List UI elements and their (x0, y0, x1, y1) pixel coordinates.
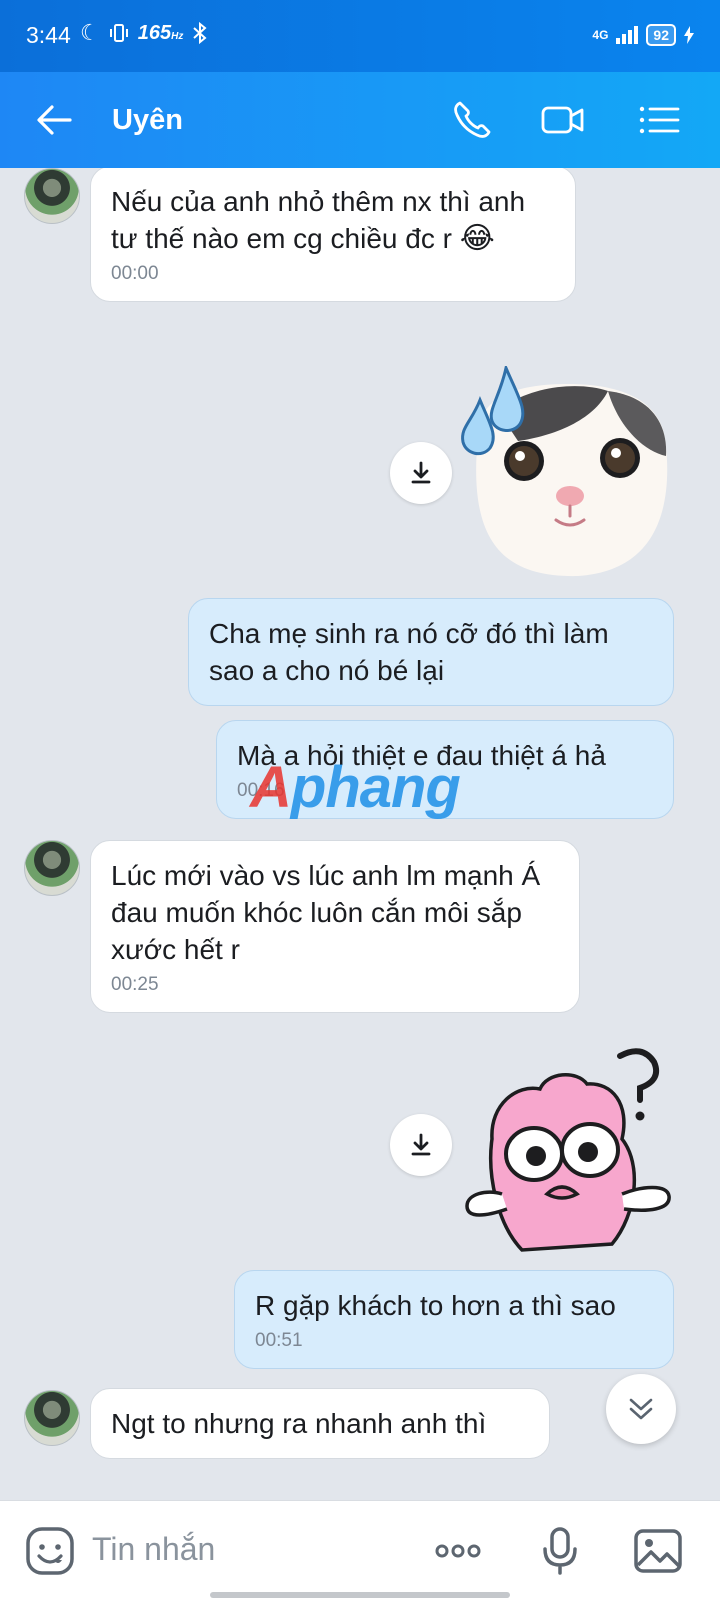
status-icons-right: 4G 92 (592, 24, 694, 46)
message-input[interactable]: Tin nhắn (92, 1531, 215, 1568)
message-time: 00:00 (111, 263, 159, 284)
refresh-rate: 165Hz (137, 21, 184, 44)
pink-question-sticker[interactable] (462, 1044, 678, 1258)
message-bubble-outgoing[interactable]: Cha mẹ sinh ra nó cỡ đó thì làm sao a ch… (188, 598, 674, 706)
watermark-logo: Aphang (250, 755, 461, 820)
message-composer: Tin nhắn (0, 1500, 720, 1600)
download-icon (411, 1133, 431, 1156)
message-bubble-incoming[interactable]: Ngt to nhưng ra nhanh anh thì (90, 1388, 550, 1459)
laughing-emoji: 😂 (459, 222, 495, 255)
back-arrow-icon[interactable] (34, 100, 74, 140)
message-bubble-outgoing[interactable]: R gặp khách to hơn a thì sao 00:51 (234, 1270, 674, 1369)
download-button[interactable] (390, 1114, 452, 1176)
chat-header: Uyên (0, 72, 720, 168)
message-bubble-incoming[interactable]: Nếu của anh nhỏ thêm nx thì anh tư thế n… (90, 168, 576, 302)
download-button[interactable] (390, 442, 452, 504)
message-time: 00:51 (255, 1330, 303, 1351)
message-time: 00:25 (111, 974, 159, 995)
status-bar: 3:44 ☾ 165Hz 4G 92 (0, 0, 720, 72)
scroll-to-bottom-button[interactable] (606, 1374, 676, 1444)
network-type: 4G (592, 28, 609, 42)
home-indicator (210, 1592, 510, 1598)
message-list[interactable]: Nếu của anh nhỏ thêm nx thì anh tư thế n… (0, 168, 720, 1500)
contact-name[interactable]: Uyên (112, 104, 183, 137)
image-gallery-icon[interactable] (632, 1525, 684, 1577)
vibrate-icon (109, 24, 128, 42)
microphone-icon[interactable] (534, 1525, 586, 1577)
download-icon (411, 461, 431, 484)
emoji-sticker-icon[interactable] (24, 1525, 76, 1577)
message-text: Ngt to nhưng ra nhanh anh thì (111, 1408, 487, 1439)
phone-call-icon[interactable] (450, 98, 496, 142)
message-bubble-incoming[interactable]: Lúc mới vào vs lúc anh lm mạnh Á đau muố… (90, 840, 580, 1013)
video-call-icon[interactable] (540, 98, 586, 142)
cat-sweat-sticker[interactable] (458, 366, 680, 580)
avatar[interactable] (24, 1390, 80, 1446)
menu-list-icon[interactable] (636, 98, 682, 142)
signal-icon (616, 26, 639, 44)
double-chevron-down-icon (629, 1398, 653, 1420)
charging-icon (684, 26, 694, 44)
battery-level: 92 (646, 24, 676, 46)
status-time: 3:44 (26, 22, 71, 48)
avatar[interactable] (24, 840, 80, 896)
message-text: Cha mẹ sinh ra nó cỡ đó thì làm sao a ch… (209, 618, 609, 686)
message-text: R gặp khách to hơn a thì sao (255, 1290, 616, 1321)
message-text: Lúc mới vào vs lúc anh lm mạnh Á đau muố… (111, 860, 541, 965)
moon-icon: ☾ (80, 20, 100, 45)
bluetooth-icon (193, 21, 207, 45)
status-icons-left: ☾ 165Hz (80, 20, 209, 46)
avatar[interactable] (24, 168, 80, 224)
more-options-icon[interactable] (432, 1525, 484, 1577)
